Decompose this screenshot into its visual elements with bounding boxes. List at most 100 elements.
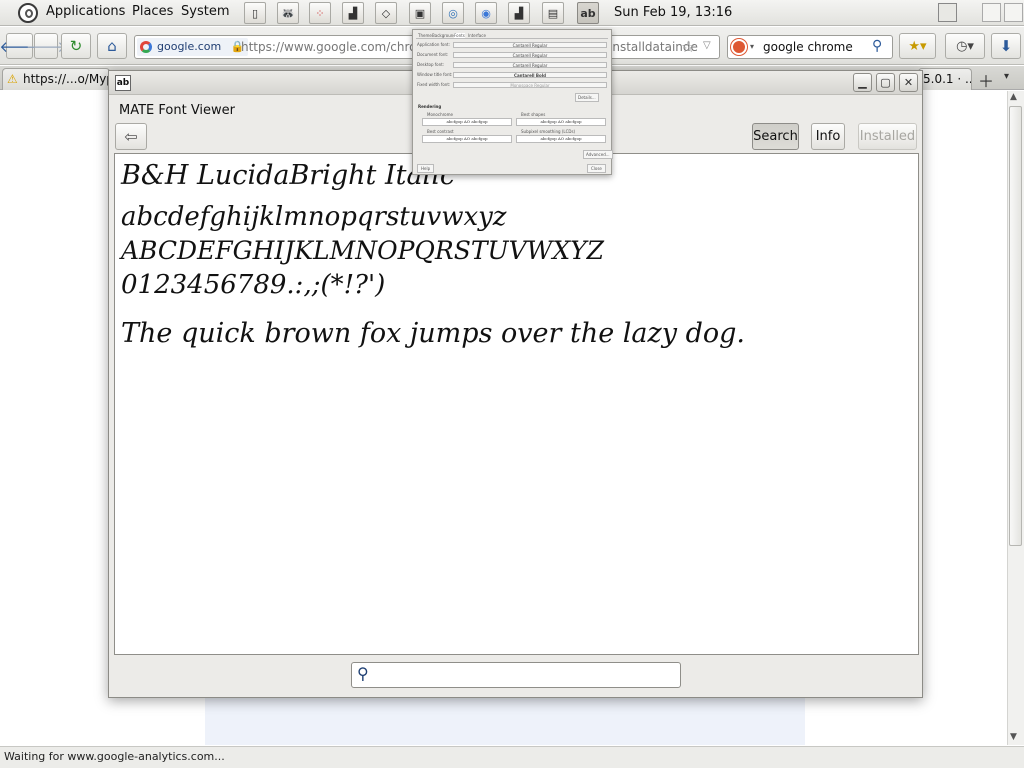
pref-sample-best-contrast: abcfgop AO abcfgop: [422, 135, 512, 143]
font-search-field[interactable]: ⚲: [351, 662, 681, 688]
terminal-icon[interactable]: ▤: [542, 2, 564, 24]
top-panel: Applications Places System ▯ 🦝 ⁘ ▟ ◇ ▣ ◎…: [0, 0, 1024, 26]
pref-close-button[interactable]: Close: [587, 164, 606, 173]
search-bar[interactable]: ▾ google chrome ⚲: [727, 35, 893, 59]
pref-advanced-button[interactable]: Advanced...: [583, 150, 613, 159]
pref-row-label: Document font:: [417, 52, 449, 57]
pref-details-button[interactable]: Details...: [575, 93, 599, 102]
pref-row-window-title: Window title font: Cantarell Bold: [417, 72, 607, 79]
system-menu[interactable]: System: [181, 4, 229, 19]
downloads-button[interactable]: ⬇: [991, 33, 1021, 59]
tab-mypal[interactable]: ⚠ https://...o/Mypal: [2, 68, 110, 90]
pref-option-monochrome[interactable]: Monochrome: [427, 112, 453, 117]
dots-icon[interactable]: ⁘: [309, 2, 331, 24]
pref-row-application: Application font: Cantarell Regular: [417, 42, 607, 49]
installed-button[interactable]: Installed: [858, 123, 917, 150]
appearance-preferences-dialog[interactable]: Theme Background Fonts Interface Applica…: [412, 29, 613, 175]
pref-row-desktop: Desktop font: Cantarell Regular: [417, 62, 607, 69]
tab-second-label: 5.0.1 · ...: [923, 72, 972, 86]
preview-pangram: The quick brown fox jumps over the lazy …: [121, 318, 745, 349]
font-viewer-icon[interactable]: ab: [577, 2, 599, 24]
pref-font-combo[interactable]: Cantarell Regular: [453, 42, 607, 48]
pref-tab-fonts[interactable]: Fonts: [454, 33, 465, 38]
minimize-button[interactable]: ▁: [853, 73, 872, 92]
pref-row-label: Application font:: [417, 42, 450, 47]
google-favicon-icon: [140, 41, 152, 53]
page-content-strip: [205, 697, 805, 745]
chrome-icon[interactable]: ◉: [475, 2, 497, 24]
tab-second[interactable]: 5.0.1 · ...: [918, 68, 972, 90]
clock[interactable]: Sun Feb 19, 13:16: [614, 5, 732, 20]
search-magnifier-icon[interactable]: ⚲: [872, 38, 882, 54]
search-engine-dropdown-icon[interactable]: ▾: [750, 42, 754, 51]
pref-option-subpixel[interactable]: Subpixel smoothing (LCDs): [521, 129, 575, 134]
forward-button[interactable]: 🡒: [26, 33, 66, 59]
preview-font-name: B&H LucidaBright Italic: [121, 160, 455, 191]
font-preview-area: B&H LucidaBright Italic abcdefghijklmnop…: [114, 153, 919, 655]
pref-font-combo[interactable]: Cantarell Regular: [453, 52, 607, 58]
window-heading: MATE Font Viewer: [119, 103, 236, 118]
gecko-icon[interactable]: ◎: [442, 2, 464, 24]
pref-row-label: Desktop font:: [417, 62, 445, 67]
reload-button[interactable]: ↻: [61, 33, 91, 59]
diamond-icon[interactable]: ◇: [375, 2, 397, 24]
history-button[interactable]: ◷▾: [945, 33, 985, 59]
pref-font-combo[interactable]: Cantarell Regular: [453, 62, 607, 68]
mate-logo-icon-inner: [25, 9, 33, 18]
tab-mypal-label: https://...o/Mypal: [23, 72, 109, 86]
font-search-input[interactable]: [378, 666, 674, 684]
applications-menu[interactable]: Applications: [46, 4, 125, 19]
monitor-icon[interactable]: ▣: [409, 2, 431, 24]
pref-rendering-heading: Rendering: [418, 104, 442, 109]
preview-lowercase: abcdefghijklmnopqrstuvwxyz: [121, 202, 507, 232]
pref-sample-subpixel: abcfgop AO abcfgop: [516, 135, 606, 143]
scroll-down-icon[interactable]: ▼: [1010, 732, 1017, 742]
scrollbar-thumb[interactable]: [1009, 106, 1022, 546]
chart-icon[interactable]: ▟: [342, 2, 364, 24]
pref-tab-background[interactable]: Background: [432, 33, 456, 38]
chart-icon-2[interactable]: ▟: [508, 2, 530, 24]
pref-help-button[interactable]: Help: [417, 164, 435, 173]
site-identity-chip[interactable]: google.com 🔒: [137, 38, 249, 56]
bookmark-star-icon[interactable]: ☆: [681, 37, 695, 56]
info-button[interactable]: Info: [811, 123, 845, 150]
workspace-switcher-1[interactable]: [938, 3, 957, 22]
search-button[interactable]: Search: [752, 123, 799, 150]
pref-tab-theme[interactable]: Theme: [418, 33, 432, 38]
warning-icon: ⚠: [7, 72, 18, 86]
site-chip-label: google.com: [157, 40, 222, 53]
pref-tab-interface[interactable]: Interface: [468, 33, 486, 38]
status-bar: Waiting for www.google-analytics.com...: [0, 746, 1024, 768]
workspace-switcher-3[interactable]: [1004, 3, 1023, 22]
raccoon-icon[interactable]: 🦝: [277, 2, 299, 24]
pref-sample-best-shapes: abcfgop AO abcfgop: [516, 118, 606, 126]
pref-row-label: Window title font:: [417, 72, 453, 77]
tab-list-icon[interactable]: ▾: [1004, 71, 1009, 82]
close-button[interactable]: ✕: [899, 73, 918, 92]
back-arrow-button[interactable]: ⇦: [115, 123, 147, 150]
pref-font-combo[interactable]: Cantarell Bold: [453, 72, 607, 78]
preview-digits: 0123456789.:,;(*!?'): [121, 270, 386, 300]
font-viewer-app-icon: ab: [115, 75, 131, 91]
pref-row-fixed-width: Fixed width font: Monospace Regular: [417, 82, 607, 89]
url-dropdown-icon[interactable]: ▽: [703, 40, 711, 51]
pref-option-best-shapes[interactable]: Best shapes: [521, 112, 545, 117]
search-text: google chrome: [763, 40, 853, 54]
url-text-start: https://www.google.com/chrome/: [241, 40, 440, 54]
bookmarks-button[interactable]: ★▾: [899, 33, 936, 59]
scroll-up-icon[interactable]: ▲: [1010, 92, 1017, 102]
window-launcher-icon[interactable]: ▯: [244, 2, 266, 24]
new-tab-button[interactable]: ＋: [978, 68, 994, 92]
home-button[interactable]: ⌂: [97, 33, 127, 59]
pref-font-combo[interactable]: Monospace Regular: [453, 82, 607, 88]
preview-uppercase: ABCDEFGHIJKLMNOPQRSTUVWXYZ: [121, 236, 605, 265]
pref-tab-row: Theme Background Fonts Interface: [416, 33, 608, 39]
search-icon: ⚲: [357, 664, 369, 683]
pref-row-document: Document font: Cantarell Regular: [417, 52, 607, 59]
pref-option-best-contrast[interactable]: Best contrast: [427, 129, 454, 134]
maximize-button[interactable]: ▢: [876, 73, 895, 92]
pref-row-label: Fixed width font:: [417, 82, 451, 87]
duckduckgo-icon[interactable]: [731, 39, 747, 55]
workspace-switcher-2[interactable]: [982, 3, 1001, 22]
places-menu[interactable]: Places: [132, 4, 173, 19]
